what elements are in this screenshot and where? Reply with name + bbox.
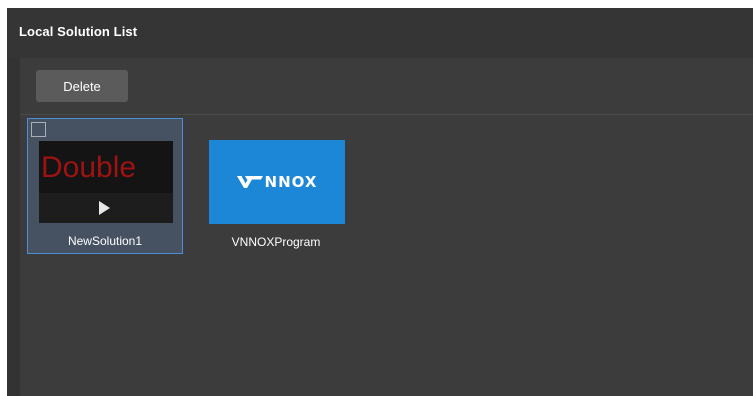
delete-button[interactable]: Delete (36, 70, 128, 102)
solution-list-area: Delete Double NewSolution1 NNOX VNNOXPro… (20, 58, 753, 396)
vnnox-logo-text: NNOX (264, 173, 318, 191)
solution-name: NewSolution1 (67, 234, 143, 248)
left-edge (0, 8, 7, 396)
local-solution-panel: Local Solution List Delete Double NewSol… (7, 8, 753, 396)
solution-name: VNNOXProgram (231, 235, 321, 249)
panel-title: Local Solution List (19, 24, 138, 39)
thumbnail-preview: Double (39, 141, 173, 193)
solution-thumbnail: NNOX (209, 140, 345, 224)
thumbnail-text: Double (41, 151, 137, 184)
vnnox-logo-icon: NNOX (236, 173, 318, 191)
panel-header: Local Solution List (7, 8, 753, 58)
thumbnail-control-bar (39, 193, 173, 223)
solution-item-newsolution1[interactable]: Double NewSolution1 (27, 118, 183, 254)
app-window: Local Solution List Delete Double NewSol… (0, 0, 753, 396)
solution-checkbox[interactable] (31, 122, 46, 137)
vnnox-mark-icon (236, 176, 263, 188)
play-icon[interactable] (99, 201, 110, 215)
toolbar: Delete (20, 58, 753, 115)
solution-item-vnnoxprogram[interactable]: NNOX VNNOXProgram (198, 118, 354, 254)
solution-thumbnail: Double (39, 141, 173, 223)
